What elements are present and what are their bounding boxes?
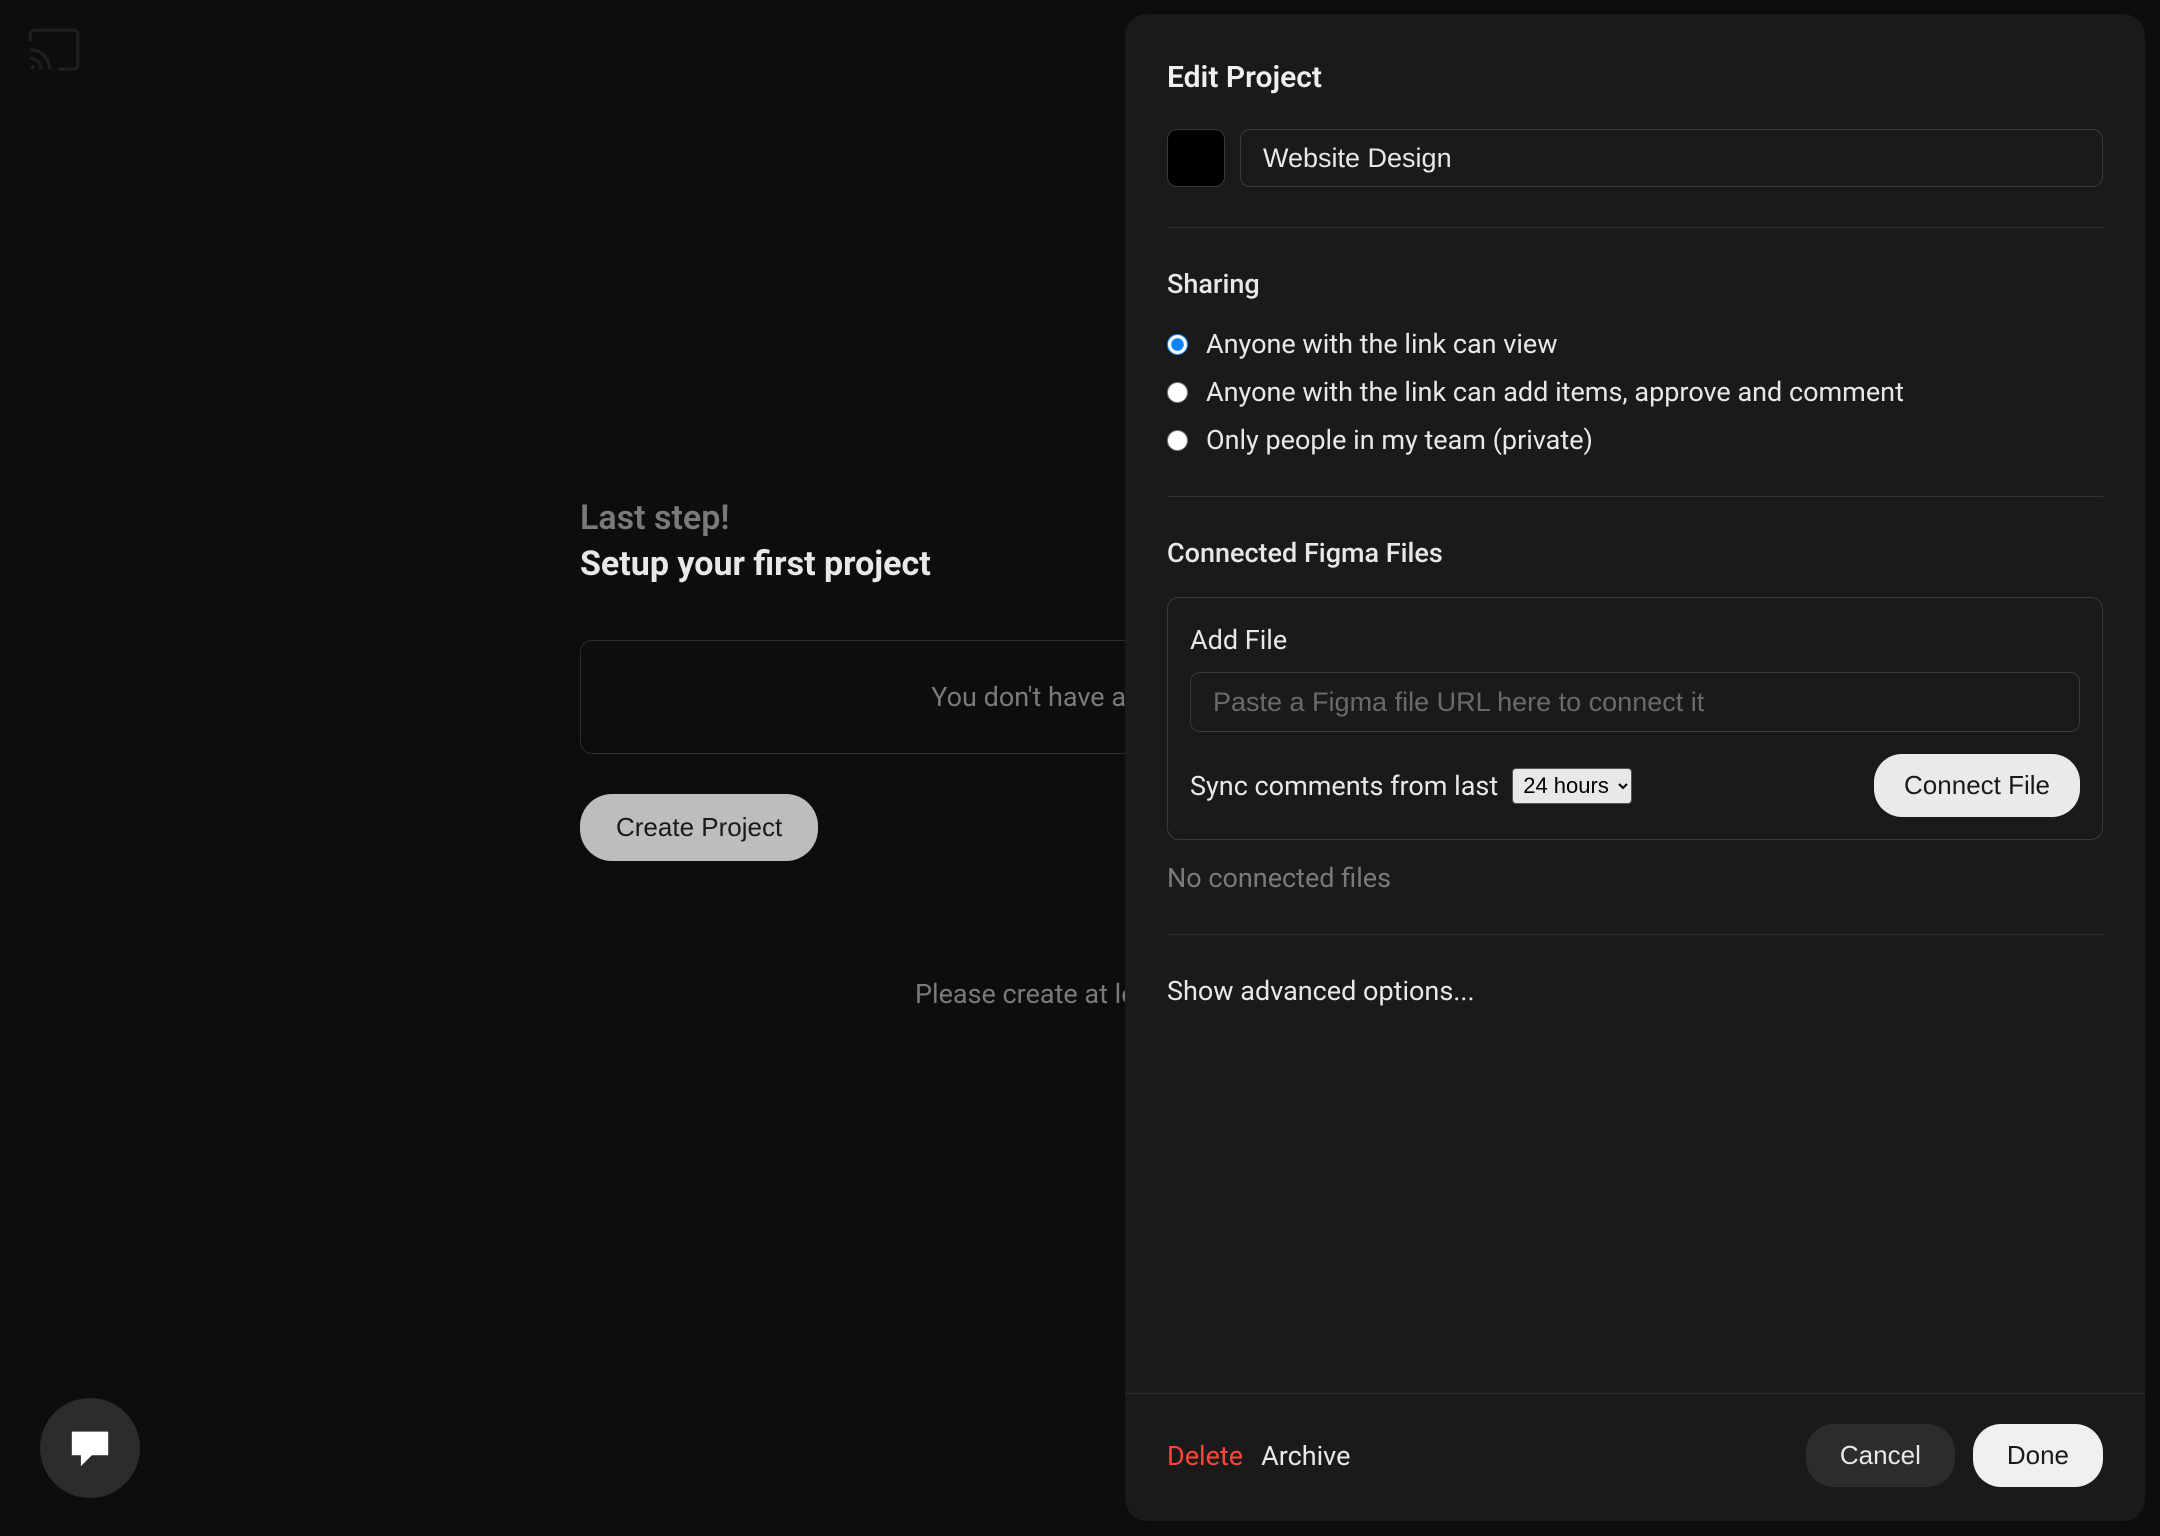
- figma-url-input[interactable]: [1190, 672, 2080, 732]
- sharing-option-add[interactable]: Anyone with the link can add items, appr…: [1167, 376, 2103, 408]
- divider: [1167, 227, 2103, 228]
- chat-support-button[interactable]: [40, 1398, 140, 1498]
- sync-duration-select[interactable]: 24 hours: [1512, 768, 1632, 804]
- sharing-label: Sharing: [1167, 268, 2103, 300]
- archive-button[interactable]: Archive: [1261, 1440, 1350, 1472]
- sync-label: Sync comments from last: [1190, 770, 1498, 802]
- sharing-option-label: Anyone with the link can view: [1206, 328, 1558, 360]
- figma-section-label: Connected Figma Files: [1167, 537, 2103, 569]
- add-figma-file-box: Add File Sync comments from last 24 hour…: [1167, 597, 2103, 840]
- panel-title: Edit Project: [1167, 60, 2103, 95]
- sharing-option-private[interactable]: Only people in my team (private): [1167, 424, 2103, 456]
- empty-projects-text: You don't have any: [931, 681, 1153, 713]
- delete-button[interactable]: Delete: [1167, 1440, 1243, 1472]
- show-advanced-options-link[interactable]: Show advanced options...: [1167, 975, 2103, 1007]
- sharing-radio-group: Anyone with the link can view Anyone wit…: [1167, 328, 2103, 456]
- sharing-option-label: Anyone with the link can add items, appr…: [1206, 376, 1904, 408]
- no-connected-files-text: No connected files: [1167, 862, 2103, 894]
- sharing-radio-private[interactable]: [1167, 430, 1188, 451]
- sharing-option-view[interactable]: Anyone with the link can view: [1167, 328, 2103, 360]
- divider: [1167, 934, 2103, 935]
- project-color-swatch[interactable]: [1167, 129, 1225, 187]
- edit-project-panel: Edit Project Sharing Anyone with the lin…: [1125, 14, 2145, 1521]
- project-name-input[interactable]: [1240, 129, 2103, 187]
- sharing-radio-add[interactable]: [1167, 382, 1188, 403]
- panel-footer: Delete Archive Cancel Done: [1125, 1393, 2145, 1521]
- chat-icon: [68, 1428, 112, 1468]
- cast-icon: [28, 28, 80, 74]
- done-button[interactable]: Done: [1973, 1424, 2103, 1487]
- add-file-label: Add File: [1190, 624, 2080, 656]
- create-project-button[interactable]: Create Project: [580, 794, 818, 861]
- divider: [1167, 496, 2103, 497]
- onboarding-help-text: Please create at le: [915, 978, 1136, 1010]
- sharing-option-label: Only people in my team (private): [1206, 424, 1593, 456]
- connect-file-button[interactable]: Connect File: [1874, 754, 2080, 817]
- sharing-radio-view[interactable]: [1167, 334, 1188, 355]
- cancel-button[interactable]: Cancel: [1806, 1424, 1955, 1487]
